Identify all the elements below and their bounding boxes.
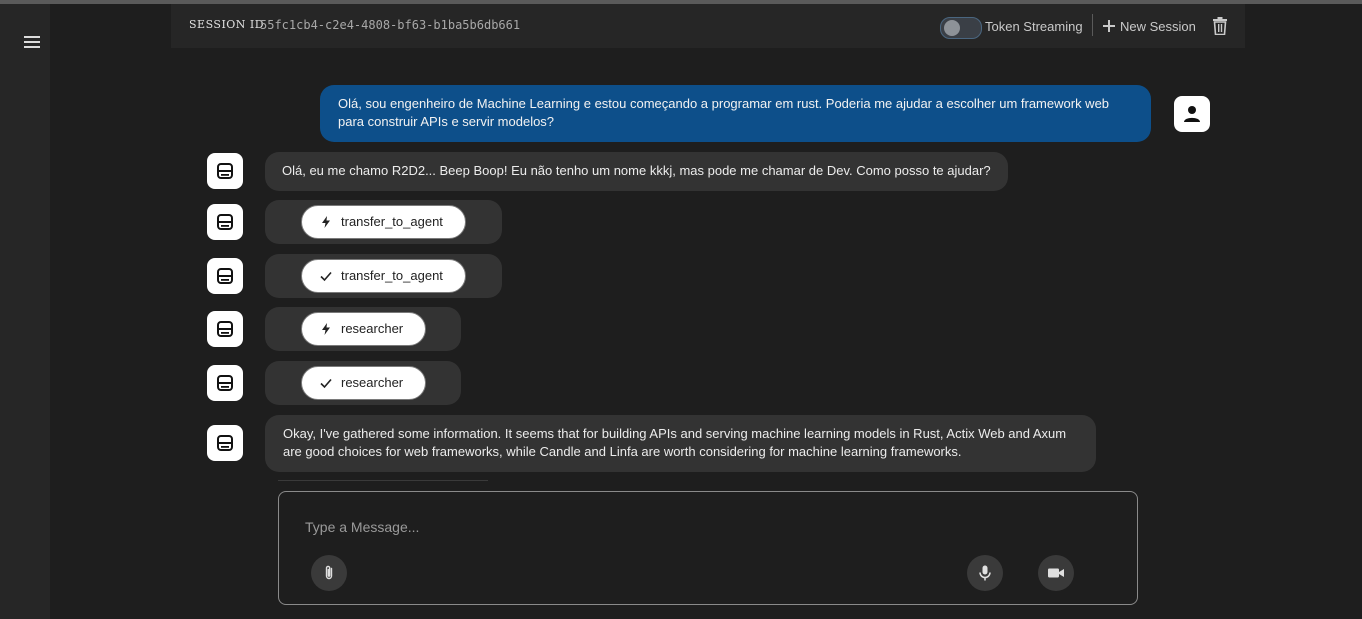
function-call-message: researcher (265, 307, 461, 351)
delete-session-button[interactable] (1212, 17, 1228, 36)
video-button[interactable] (1038, 555, 1074, 591)
function-response-chip[interactable]: researcher (301, 366, 427, 400)
robot-icon (217, 214, 233, 230)
robot-icon (217, 163, 233, 179)
session-id-label: SESSION ID (189, 18, 265, 31)
function-name: researcher (341, 375, 404, 390)
new-session-label: New Session (1120, 18, 1196, 34)
check-icon (320, 378, 332, 389)
bot-avatar (207, 311, 243, 347)
plus-icon (1103, 20, 1115, 32)
function-response-message: researcher (265, 361, 461, 405)
function-call-chip[interactable]: transfer_to_agent (301, 205, 466, 239)
toggle-knob (944, 20, 960, 36)
new-session-button[interactable]: New Session (1103, 17, 1196, 35)
bot-message: Okay, I've gathered some information. It… (265, 415, 1096, 472)
user-avatar (1174, 96, 1210, 132)
function-call-message: transfer_to_agent (265, 200, 502, 244)
function-response-message: transfer_to_agent (265, 254, 502, 298)
bot-message: Olá, eu me chamo R2D2... Beep Boop! Eu n… (265, 152, 1008, 191)
bot-message-text: Okay, I've gathered some information. It… (283, 426, 1067, 459)
robot-icon (217, 321, 233, 337)
robot-icon (217, 268, 233, 284)
function-name: transfer_to_agent (341, 214, 443, 229)
microphone-icon (979, 565, 991, 581)
function-name: transfer_to_agent (341, 268, 443, 283)
function-call-chip[interactable]: researcher (301, 312, 427, 346)
robot-icon (217, 375, 233, 391)
trash-icon (1213, 17, 1227, 36)
bot-avatar (207, 204, 243, 240)
function-name: researcher (341, 321, 404, 336)
bot-avatar (207, 425, 243, 461)
bot-avatar (207, 153, 243, 189)
message-composer (278, 491, 1138, 605)
token-streaming-label: Token Streaming (985, 19, 1083, 34)
session-id-value: 55fc1cb4-c2e4-4808-bf63-b1ba5b6db661 (260, 18, 521, 32)
bot-avatar (207, 258, 243, 294)
bolt-icon (322, 216, 330, 228)
check-icon (320, 271, 332, 282)
function-response-chip[interactable]: transfer_to_agent (301, 259, 466, 293)
sidebar (0, 4, 50, 619)
paperclip-icon (325, 565, 333, 580)
menu-icon[interactable] (22, 33, 46, 53)
bolt-icon (322, 323, 330, 335)
attach-button[interactable] (311, 555, 347, 591)
message-input[interactable] (303, 514, 907, 540)
microphone-button[interactable] (967, 555, 1003, 591)
bot-message-text: Olá, eu me chamo R2D2... Beep Boop! Eu n… (282, 163, 991, 178)
user-message: Olá, sou engenheiro de Machine Learning … (320, 85, 1151, 142)
bot-avatar (207, 365, 243, 401)
user-message-text: Olá, sou engenheiro de Machine Learning … (338, 96, 1110, 129)
video-camera-icon (1048, 568, 1064, 578)
token-streaming-toggle[interactable] (940, 17, 982, 39)
header-divider (1092, 14, 1093, 36)
session-header: SESSION ID 55fc1cb4-c2e4-4808-bf63-b1ba5… (171, 4, 1245, 48)
person-icon (1184, 106, 1200, 122)
robot-icon (217, 435, 233, 451)
scroll-divider (278, 480, 488, 481)
